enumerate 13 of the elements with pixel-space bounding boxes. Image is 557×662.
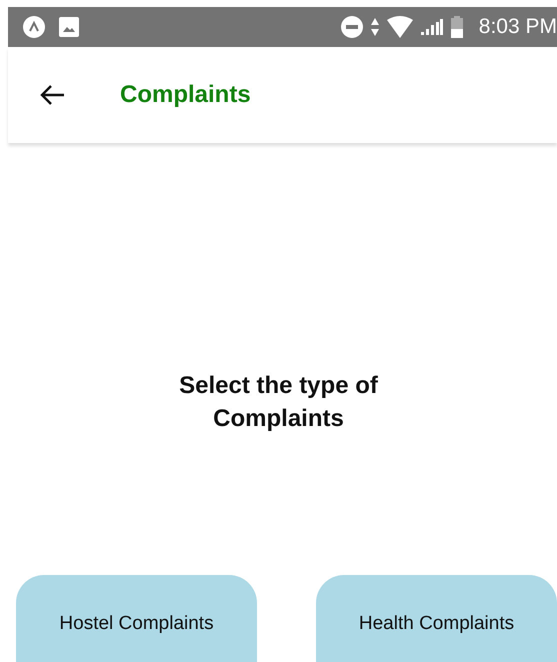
page-title: Complaints	[120, 81, 251, 109]
back-arrow-icon[interactable]	[39, 84, 65, 106]
do-not-disturb-icon	[340, 16, 363, 38]
image-icon	[59, 17, 79, 37]
app-icon	[23, 16, 45, 38]
prompt-heading: Select the type of Complaints	[178, 371, 379, 434]
clock-time: 8:03 PM	[478, 15, 557, 39]
signal-icon	[420, 19, 443, 35]
complaint-type-button[interactable]: Hostel Complaints	[16, 575, 257, 662]
complaint-type-button[interactable]: Health Complaints	[316, 575, 557, 662]
data-arrows-icon	[370, 17, 379, 37]
battery-icon	[450, 16, 463, 38]
wifi-icon	[386, 16, 413, 38]
